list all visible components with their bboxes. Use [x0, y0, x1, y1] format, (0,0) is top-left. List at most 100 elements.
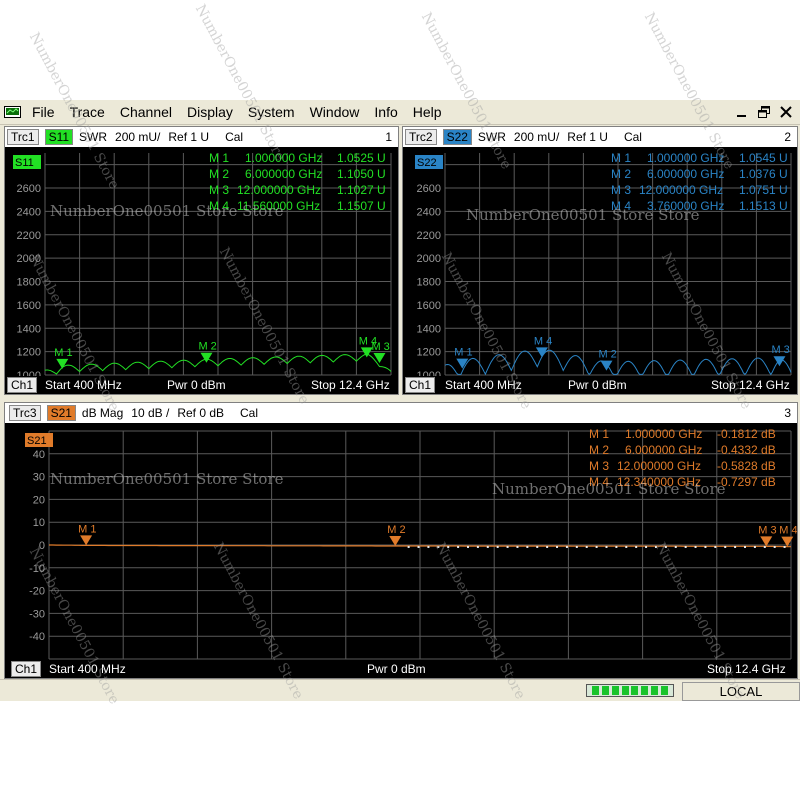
power-label[interactable]: Pwr 0 dBm	[367, 662, 426, 676]
marker-label: M 4	[534, 335, 552, 347]
power-label[interactable]: Pwr 0 dBm	[568, 378, 627, 392]
marker-freq: 12.000000 GHz	[617, 459, 702, 473]
marker-freq: 6.000000 GHz	[647, 167, 725, 181]
marker-name: M 1	[209, 151, 230, 165]
local-status-badge[interactable]: LOCAL	[682, 682, 800, 701]
marker-name: M 4	[611, 199, 632, 213]
marker-triangle	[56, 358, 69, 369]
marker-value: 1.1027 U	[337, 183, 386, 197]
progress-led	[641, 686, 649, 695]
trace-panel-s22[interactable]: Trc2 S22 SWR 200 mU/ Ref 1 U Cal 2 28002…	[402, 126, 798, 395]
stop-freq-label[interactable]: Stop 12.4 GHz	[311, 378, 390, 392]
trace-ripple-dot	[575, 546, 578, 548]
y-tick-label: -10	[29, 563, 45, 575]
progress-led	[621, 686, 629, 695]
trace-panel-s11[interactable]: Trc1 S11 SWR 200 mU/ Ref 1 U Cal 1 28002…	[4, 126, 399, 395]
progress-led	[592, 686, 600, 695]
marker-label: M 3	[758, 524, 776, 536]
channel-footer: Ch1 Start 400 MHz Pwr 0 dBm Stop 12.4 GH…	[5, 376, 398, 394]
marker-freq: 12.000000 GHz	[237, 183, 322, 197]
trace-ripple-dot	[427, 546, 430, 548]
marker-value: 1.0751 U	[739, 183, 788, 197]
channel-tag[interactable]: Ch1	[11, 661, 42, 677]
trace-ripple-dot	[536, 546, 539, 548]
close-icon	[780, 105, 792, 118]
menu-display[interactable]: Display	[187, 100, 233, 124]
restore-button[interactable]	[754, 102, 774, 121]
marker-value: -0.4332 dB	[717, 443, 776, 457]
channel-tag[interactable]: Ch1	[7, 377, 38, 393]
marker-label: M 3	[771, 344, 789, 356]
menu-help[interactable]: Help	[413, 100, 442, 124]
marker-freq: 12.000000 GHz	[639, 183, 724, 197]
trace-ripple-dot	[466, 546, 469, 548]
y-tick-label: 2600	[417, 183, 441, 195]
trace-ripple-dot	[417, 546, 420, 548]
trace-ripple-dot	[615, 546, 618, 548]
marker-value: 1.1050 U	[337, 167, 386, 181]
marker-label: M 2	[198, 341, 216, 353]
menu-bar: File Trace Channel Display System Window…	[0, 100, 800, 125]
trace-ripple-dot	[753, 546, 756, 548]
stop-freq-label[interactable]: Stop 12.4 GHz	[711, 378, 790, 392]
marker-name: M 3	[589, 459, 610, 473]
y-tick-label: 20	[33, 494, 45, 506]
channel-tag[interactable]: Ch1	[405, 377, 436, 393]
y-tick-label: 1800	[17, 277, 41, 289]
marker-freq: 1.000000 GHz	[647, 151, 725, 165]
menu-channel[interactable]: Channel	[120, 100, 172, 124]
marker-name: M 1	[589, 427, 610, 441]
trace-ripple-dot	[516, 546, 519, 548]
marker-label: M 1	[78, 523, 96, 535]
marker-name: M 3	[611, 183, 632, 197]
close-button[interactable]	[776, 102, 796, 121]
param-badge-label: S21	[27, 435, 47, 447]
app-icon[interactable]	[4, 106, 21, 118]
y-tick-label: 2000	[17, 253, 41, 265]
start-freq-label[interactable]: Start 400 MHz	[49, 662, 126, 676]
power-label[interactable]: Pwr 0 dBm	[167, 378, 226, 392]
trace-ripple-dot	[457, 546, 460, 548]
menu-info[interactable]: Info	[374, 100, 397, 124]
trace-ripple-dot	[734, 546, 737, 548]
stop-freq-label[interactable]: Stop 12.4 GHz	[707, 662, 786, 676]
menu-trace[interactable]: Trace	[70, 100, 105, 124]
restore-icon	[758, 105, 770, 118]
menu-file[interactable]: File	[32, 100, 55, 124]
progress-led	[660, 686, 668, 695]
trace-panel-s21[interactable]: Trc3 S21 dB Mag 10 dB / Ref 0 dB Cal 3 4…	[4, 402, 798, 679]
trace-ripple-dot	[773, 546, 776, 548]
trace-ripple-dot	[447, 546, 450, 548]
marker-label: M 2	[598, 349, 616, 361]
vna-application-window: File Trace Channel Display System Window…	[0, 100, 800, 701]
start-freq-label[interactable]: Start 400 MHz	[45, 378, 122, 392]
param-badge-label: S11	[15, 157, 34, 169]
y-tick-label: 1600	[417, 300, 441, 312]
trace-ripple-dot	[664, 546, 667, 548]
progress-led	[611, 686, 619, 695]
trace-plot-area[interactable]: 2800260024002200200018001600140012001000…	[403, 127, 797, 394]
marker-name: M 2	[589, 443, 610, 457]
trace-ripple-dot	[437, 546, 440, 548]
marker-value: 1.0525 U	[337, 151, 386, 165]
trace-ripple-dot	[565, 546, 568, 548]
menu-system[interactable]: System	[248, 100, 295, 124]
marker-value: -0.7297 dB	[717, 475, 776, 489]
y-tick-label: 30	[33, 472, 45, 484]
menu-window[interactable]: Window	[310, 100, 360, 124]
y-tick-label: -30	[29, 608, 45, 620]
trace-ripple-dot	[506, 546, 509, 548]
marker-name: M 2	[611, 167, 632, 181]
marker-name: M 2	[209, 167, 230, 181]
trace-ripple-dot	[556, 546, 559, 548]
start-freq-label[interactable]: Start 400 MHz	[445, 378, 522, 392]
trace-ripple-dot	[486, 546, 489, 548]
marker-value: 1.1507 U	[337, 199, 386, 213]
minimize-button[interactable]	[732, 102, 752, 121]
y-tick-label: 2000	[417, 253, 441, 265]
trace-ripple-dot	[595, 546, 598, 548]
trace-ripple-dot	[625, 546, 628, 548]
marker-value: -0.1812 dB	[717, 427, 776, 441]
marker-freq: 1.000000 GHz	[625, 427, 703, 441]
y-tick-label: 40	[33, 449, 45, 461]
